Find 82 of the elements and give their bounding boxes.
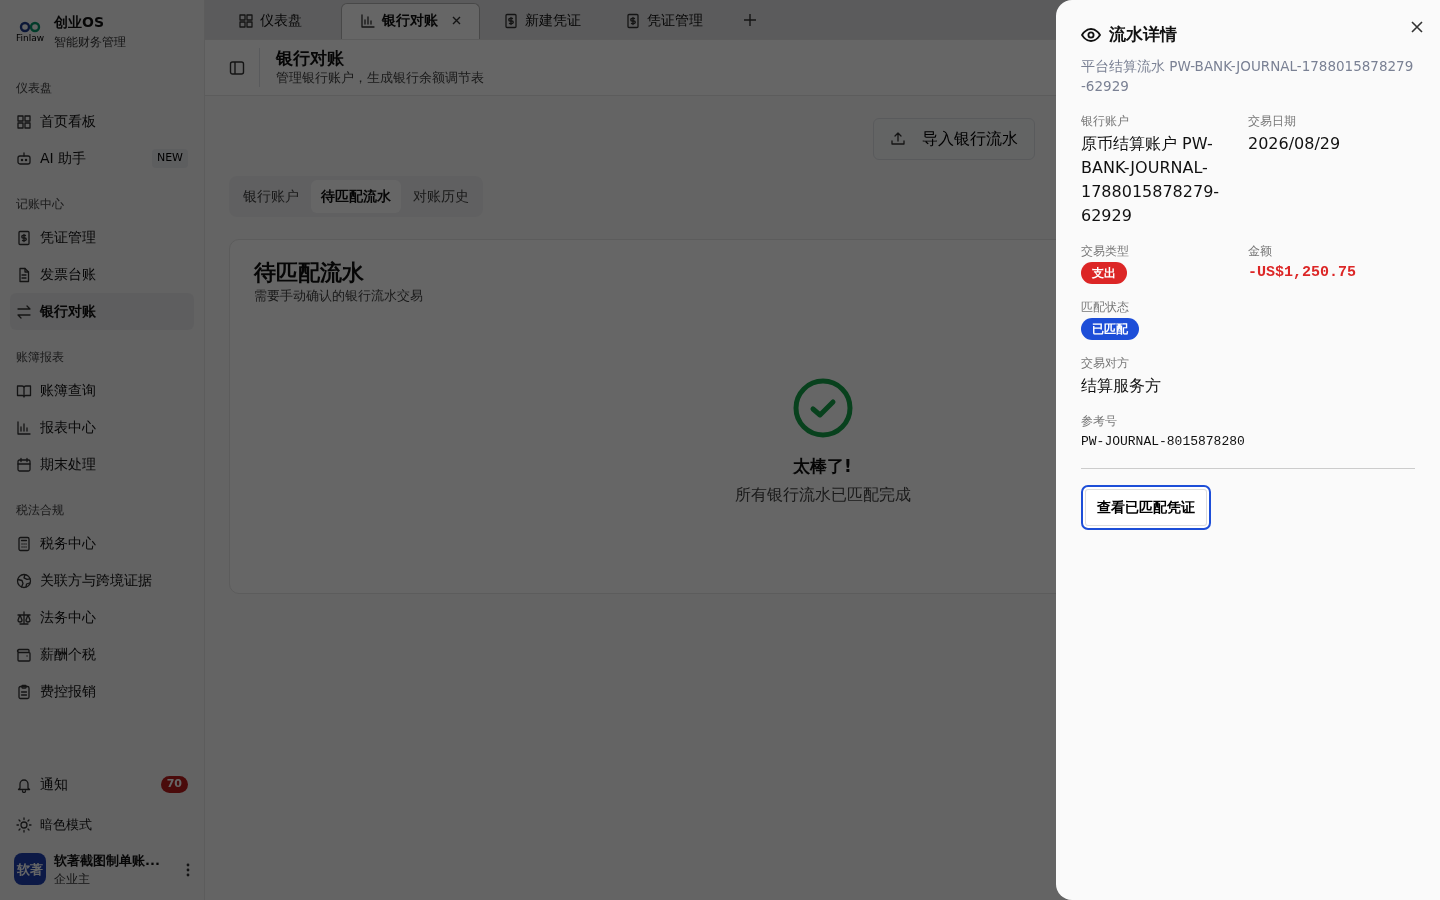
book-icon <box>16 382 32 399</box>
grid-icon <box>16 113 32 130</box>
user-avatar: 软著 <box>14 853 46 886</box>
nav-item[interactable]: 账簿查询 <box>10 372 194 409</box>
sun-icon <box>16 816 32 833</box>
scale-icon <box>16 609 32 626</box>
tab[interactable]: 银行对账 <box>341 3 480 39</box>
calendar-icon <box>16 456 32 473</box>
notification-count: 70 <box>160 776 188 793</box>
nav-item[interactable]: 发票台账 <box>10 256 194 293</box>
field-value: 结算服务方 <box>1081 375 1162 397</box>
tab[interactable]: 仪表盘 <box>219 3 337 39</box>
field-label: 交易日期 <box>1248 112 1297 130</box>
field-label: 交易对方 <box>1081 355 1130 372</box>
upload-icon <box>890 131 906 147</box>
field-label: 参考号 <box>1081 413 1118 430</box>
import-button[interactable]: 导入银行流水 <box>873 118 1035 160</box>
section-title: 记账中心 <box>15 196 65 213</box>
empty-title: 太棒了! <box>793 454 852 478</box>
nav-item[interactable]: 薪酬个税 <box>10 636 194 673</box>
subtab[interactable]: 对账历史 <box>403 180 479 213</box>
robot-icon <box>16 150 32 167</box>
logo: Finlaw <box>14 20 46 43</box>
nav-item[interactable]: 报表中心 <box>10 409 194 446</box>
reference-value: PW-JOURNAL-8015878280 <box>1081 433 1246 451</box>
amount-value: -US$1,250.75 <box>1248 262 1358 283</box>
theme-toggle[interactable]: 暗色模式 <box>10 807 194 843</box>
field-value: 原币结算账户 PW-BANK-JOURNAL-1788015878279-62929 <box>1081 132 1221 227</box>
notifications-item[interactable]: 通知 70 <box>10 766 194 803</box>
tab[interactable]: 凭证管理 <box>606 3 724 39</box>
nav-item[interactable]: 法务中心 <box>10 599 194 636</box>
nav-item[interactable]: 税务中心 <box>10 525 194 562</box>
page-subtitle: 管理银行账户，生成银行余额调节表 <box>276 68 484 87</box>
nav-item[interactable]: 费控报销 <box>10 673 194 710</box>
subtab[interactable]: 银行账户 <box>233 180 309 213</box>
receipt-icon <box>625 12 641 29</box>
field-label: 银行账户 <box>1081 112 1130 130</box>
bell-icon <box>16 776 32 793</box>
nav-item[interactable]: AI 助手 NEW <box>10 140 194 177</box>
field-label: 交易类型 <box>1081 242 1130 260</box>
brand-name: 创业OS <box>54 13 105 32</box>
check-circle-icon <box>792 377 853 438</box>
field-label: 匹配状态 <box>1081 299 1130 316</box>
subtab[interactable]: 待匹配流水 <box>311 180 401 213</box>
section-title: 仪表盘 <box>15 80 53 97</box>
user-name: 软著截图制单账... <box>54 851 160 870</box>
new-badge: NEW <box>151 149 188 168</box>
user-role: 企业主 <box>54 871 91 888</box>
globe-icon <box>16 572 32 589</box>
clipboard-icon <box>16 683 32 700</box>
empty-message: 所有银行流水已匹配完成 <box>734 484 911 506</box>
section-title: 税法合规 <box>15 502 65 519</box>
nav-item[interactable]: 首页看板 <box>10 103 194 140</box>
bar-chart-icon <box>360 12 376 29</box>
drawer-title: 流水详情 <box>1109 23 1177 46</box>
section-title: 账簿报表 <box>15 349 65 366</box>
grid-icon <box>238 12 254 29</box>
status-badge: 已匹配 <box>1081 318 1139 340</box>
field-label: 金额 <box>1248 242 1273 260</box>
document-icon <box>16 266 32 283</box>
receipt-icon <box>16 229 32 246</box>
nav-item[interactable]: 期末处理 <box>10 446 194 483</box>
close-tab-icon[interactable] <box>452 16 461 25</box>
brand-subtitle: 智能财务管理 <box>54 34 126 51</box>
card-subtitle: 需要手动确认的银行流水交易 <box>254 287 423 305</box>
page-title: 银行对账 <box>276 47 345 68</box>
calculator-icon <box>16 535 32 552</box>
status-badge: 支出 <box>1081 261 1127 284</box>
card-title: 待匹配流水 <box>254 260 364 286</box>
nav-item[interactable]: 银行对账 <box>10 293 194 330</box>
transfer-icon <box>16 303 32 320</box>
receipt-icon <box>503 12 519 29</box>
nav-item[interactable]: 凭证管理 <box>10 219 194 256</box>
drawer-subtitle: 平台结算流水 PW-BANK-JOURNAL-1788015878279-62929 <box>1081 56 1415 96</box>
view-voucher-button[interactable]: 查看已匹配凭证 <box>1081 484 1211 530</box>
tab[interactable]: 新建凭证 <box>484 3 602 39</box>
sidebar-toggle-icon[interactable] <box>229 59 245 76</box>
bar-chart-icon <box>16 419 32 436</box>
nav-item[interactable]: 关联方与跨境证据 <box>10 562 194 599</box>
field-value: 2026/08/29 <box>1248 132 1342 155</box>
wallet-icon <box>16 646 32 663</box>
eye-icon <box>1081 27 1101 42</box>
